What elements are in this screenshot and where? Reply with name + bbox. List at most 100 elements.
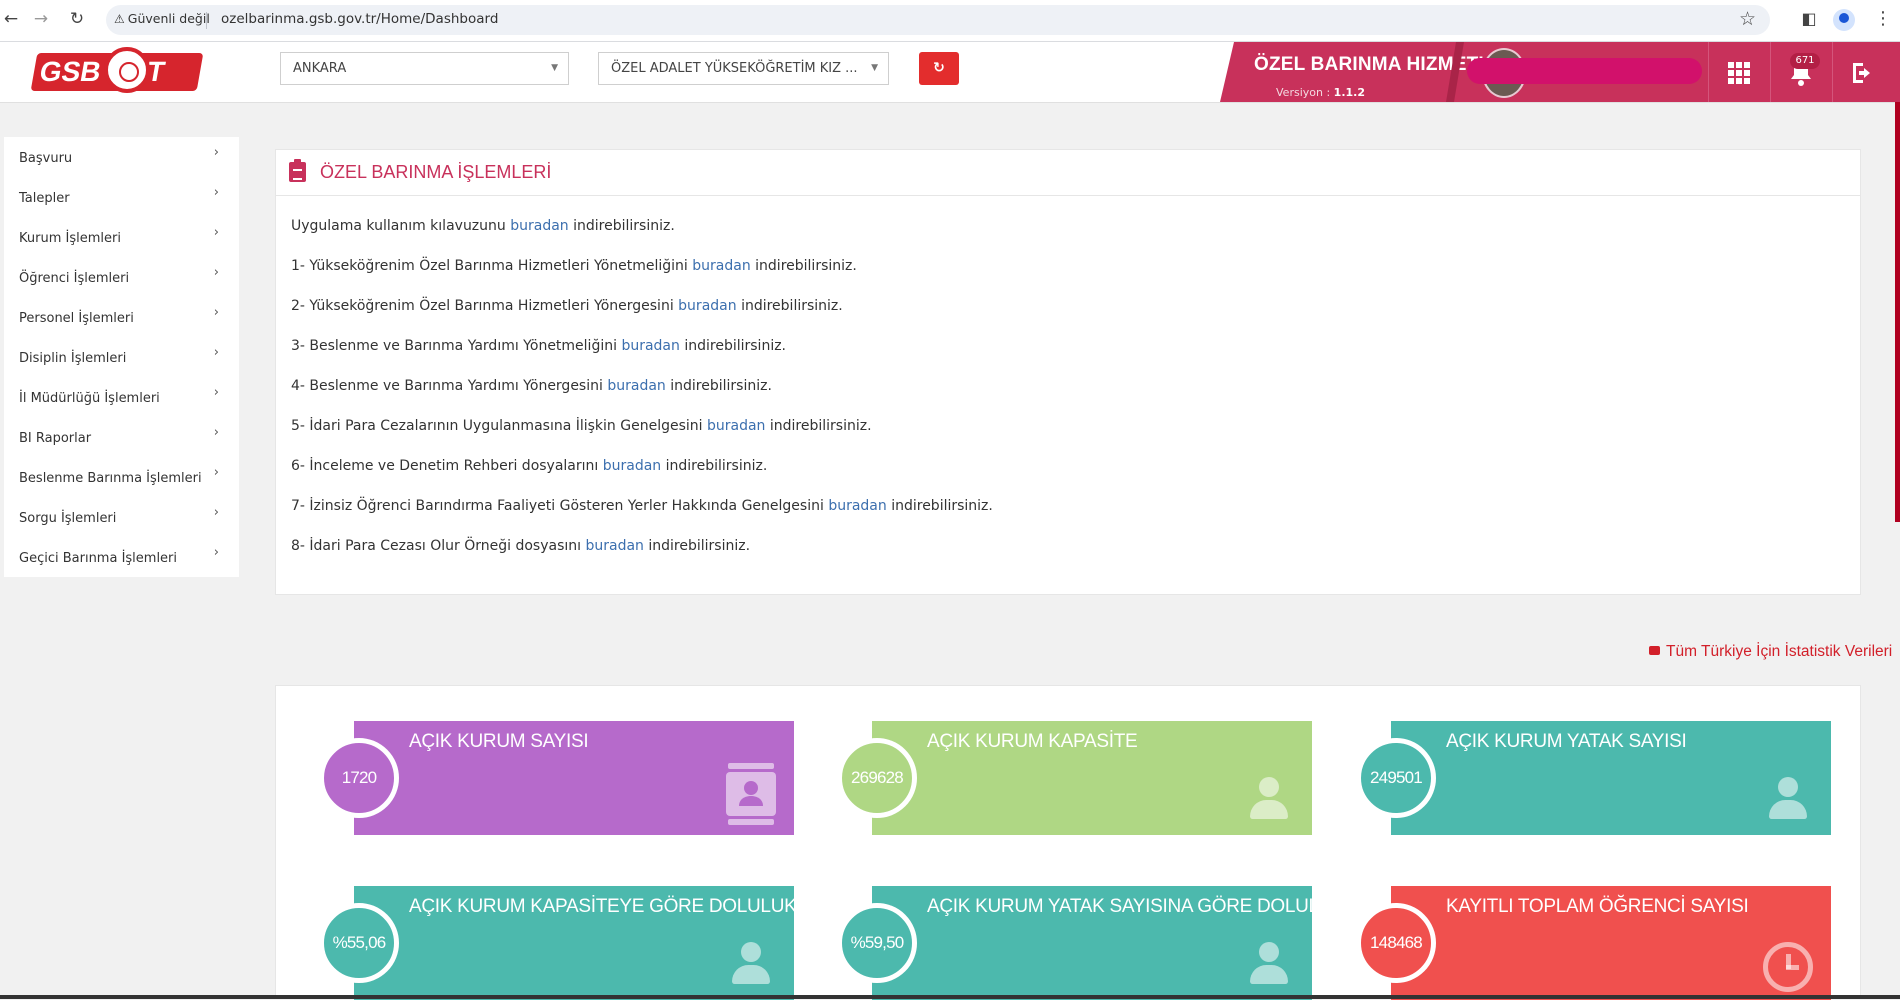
sidebar-item-personel-islemleri[interactable]: Personel İşlemleri › — [4, 297, 239, 337]
sidebar-item-ogrenci-islemleri[interactable]: Öğrenci İşlemleri › — [4, 257, 239, 297]
stat-card-occupancy-by-beds: AÇIK KURUM YATAK SAYISINA GÖRE DOLULUK O… — [837, 886, 1409, 1000]
stat-card-open-beds: AÇIK KURUM YATAK SAYISI 249501 — [1356, 721, 1831, 835]
download-link-8[interactable]: buradan — [585, 538, 643, 554]
chevron-right-icon: › — [213, 505, 219, 520]
notification-bell-icon[interactable] — [1770, 42, 1831, 102]
stat-card-occupancy-by-capacity: AÇIK KURUM KAPASİTEYE GÖRE DOLULUK ORANI… — [319, 886, 860, 1000]
url-text[interactable]: ozelbarinma.gsb.gov.tr/Home/Dashboard — [221, 11, 498, 27]
omnibox-divider — [206, 12, 207, 29]
doc-line-6: 6- İnceleme ve Denetim Rehberi dosyaları… — [291, 458, 768, 474]
doc-line-4: 4- Beslenme ve Barınma Yardımı Yönergesi… — [291, 378, 772, 394]
institution-select[interactable]: ÖZEL ADALET YÜKSEKÖĞRETİM KIZ ... ▼ — [598, 52, 889, 85]
chevron-right-icon: › — [213, 145, 219, 160]
download-link-5[interactable]: buradan — [707, 418, 765, 434]
browser-toolbar: ← → ↻ ⚠ Güvenli değil ozelbarinma.gsb.gov… — [0, 0, 1900, 42]
documents-panel: ÖZEL BARINMA İŞLEMLERİ Uygulama kullanım… — [275, 149, 1861, 595]
chevron-right-icon: › — [213, 465, 219, 480]
stat-card-title: KAYITLI TOPLAM ÖĞRENCİ SAYISI — [1446, 896, 1749, 917]
stat-card-value: 269628 — [837, 738, 917, 818]
app-header: GSB NET ANKARA ▼ ÖZEL ADALET YÜKSEKÖĞRET… — [0, 42, 1900, 103]
doc-line-guide: Uygulama kullanım kılavuzunu buradan ind… — [291, 218, 675, 234]
address-bar[interactable]: ⚠ Güvenli değil ozelbarinma.gsb.gov.tr/Ho… — [106, 5, 1770, 35]
stat-card-open-capacity: AÇIK KURUM KAPASİTE 269628 — [837, 721, 1312, 835]
chevron-down-icon: ▼ — [871, 63, 878, 73]
province-select[interactable]: ANKARA ▼ — [280, 52, 569, 85]
version-number: 1.1.2 — [1333, 86, 1365, 99]
profile-avatar-icon[interactable] — [1833, 9, 1855, 31]
download-link-guide[interactable]: buradan — [510, 218, 568, 234]
chevron-right-icon: › — [213, 305, 219, 320]
stat-card-value: 249501 — [1356, 738, 1436, 818]
refresh-button[interactable]: ↻ — [919, 52, 959, 85]
stat-card-title: AÇIK KURUM YATAK SAYISI — [1446, 731, 1687, 752]
logout-icon[interactable] — [1832, 42, 1893, 102]
gsbnet-logo[interactable]: GSB NET — [30, 47, 204, 99]
stat-card-value: 1720 — [319, 738, 399, 818]
chevron-right-icon: › — [213, 385, 219, 400]
person-icon — [1244, 938, 1294, 988]
person-icon — [1244, 773, 1294, 823]
statistics-area: AÇIK KURUM SAYISI 1720 AÇIK KURUM KAPASİ… — [275, 685, 1861, 1000]
chevron-right-icon: › — [213, 225, 219, 240]
chevron-right-icon: › — [213, 345, 219, 360]
brand-title: ÖZEL BARINMA HIZMETI — [1254, 54, 1484, 75]
stat-card-open-institutions: AÇIK KURUM SAYISI 1720 — [319, 721, 794, 835]
clock-icon — [1763, 938, 1813, 992]
stat-card-registered-students: KAYITLI TOPLAM ÖĞRENCİ SAYISI 148468 — [1356, 886, 1831, 1000]
stat-card-title: AÇIK KURUM KAPASİTEYE GÖRE DOLULUK ORANI — [409, 896, 861, 917]
sidebar-item-gecici-barinma-islemleri[interactable]: Geçici Barınma İşlemleri › — [4, 537, 239, 577]
sidebar-item-disiplin-islemleri[interactable]: Disiplin İşlemleri › — [4, 337, 239, 377]
back-arrow-icon[interactable]: ← — [0, 8, 22, 30]
download-link-4[interactable]: buradan — [607, 378, 665, 394]
browser-menu-icon[interactable]: ⋮ — [1874, 8, 1892, 29]
user-name-redacted — [1467, 58, 1702, 84]
download-link-2[interactable]: buradan — [678, 298, 736, 314]
tag-icon — [1649, 646, 1660, 655]
sidebar-item-talepler[interactable]: Talepler › — [4, 177, 239, 217]
bookmark-star-icon[interactable]: ☆ — [1739, 8, 1756, 30]
side-panel-icon[interactable]: ◧ — [1799, 9, 1819, 29]
sidebar-menu: Başvuru › Talepler › Kurum İşlemleri › Öğre… — [4, 137, 239, 577]
doc-line-1: 1- Yükseköğrenim Özel Barınma Hizmetleri… — [291, 258, 857, 274]
stat-card-title: AÇIK KURUM SAYISI — [409, 731, 589, 752]
sidebar-item-il-mudurlugu-islemleri[interactable]: İl Müdürlüğü İşlemleri › — [4, 377, 239, 417]
chevron-right-icon: › — [213, 185, 219, 200]
panel-title: ÖZEL BARINMA İŞLEMLERİ — [320, 162, 552, 182]
logo-emblem-icon — [104, 47, 150, 93]
download-link-7[interactable]: buradan — [828, 498, 886, 514]
clipboard-icon — [289, 159, 306, 182]
doc-line-5: 5- İdari Para Cezalarının Uygulanmasına … — [291, 418, 872, 434]
sidebar-item-basvuru[interactable]: Başvuru › — [4, 137, 239, 177]
sidebar-item-kurum-islemleri[interactable]: Kurum İşlemleri › — [4, 217, 239, 257]
forward-arrow-icon[interactable]: → — [30, 8, 52, 30]
chevron-right-icon: › — [213, 425, 219, 440]
stat-card-value: %55,06 — [319, 903, 399, 983]
stat-card-value: %59,50 — [837, 903, 917, 983]
stat-card-title: AÇIK KURUM KAPASİTE — [927, 731, 1138, 752]
download-link-1[interactable]: buradan — [692, 258, 750, 274]
sidebar-item-sorgu-islemleri[interactable]: Sorgu İşlemleri › — [4, 497, 239, 537]
stat-card-title: AÇIK KURUM YATAK SAYISINA GÖRE DOLULUK O… — [927, 896, 1409, 917]
panel-header: ÖZEL BARINMA İŞLEMLERİ — [276, 150, 1860, 196]
id-card-icon — [726, 763, 776, 825]
sidebar-item-bi-raporlar[interactable]: BI Raporlar › — [4, 417, 239, 457]
person-icon — [726, 938, 776, 988]
chevron-right-icon: › — [213, 545, 219, 560]
turkey-statistics-link[interactable]: Tüm Türkiye İçin İstatistik Verileri — [1649, 643, 1892, 661]
doc-line-3: 3- Beslenme ve Barınma Yardımı Yönetmeli… — [291, 338, 787, 354]
apps-grid-icon[interactable] — [1708, 42, 1769, 102]
warning-icon: ⚠ — [114, 12, 125, 26]
security-indicator[interactable]: ⚠ Güvenli değil — [114, 11, 210, 26]
download-link-6[interactable]: buradan — [603, 458, 661, 474]
sidebar-item-beslenme-barinma-islemleri[interactable]: Beslenme Barınma İşlemleri › — [4, 457, 239, 497]
province-select-value: ANKARA — [293, 61, 347, 76]
person-icon — [1763, 773, 1813, 823]
chevron-right-icon: › — [213, 265, 219, 280]
download-link-3[interactable]: buradan — [621, 338, 679, 354]
reload-icon[interactable]: ↻ — [66, 8, 88, 30]
doc-line-8: 8- İdari Para Cezası Olur Örneği dosyası… — [291, 538, 751, 554]
version-info: Versiyon : 1.1.2 — [1276, 86, 1365, 99]
bottom-edge — [0, 995, 1900, 999]
refresh-icon: ↻ — [933, 60, 945, 76]
page-scrollbar-thumb[interactable] — [1895, 102, 1900, 522]
